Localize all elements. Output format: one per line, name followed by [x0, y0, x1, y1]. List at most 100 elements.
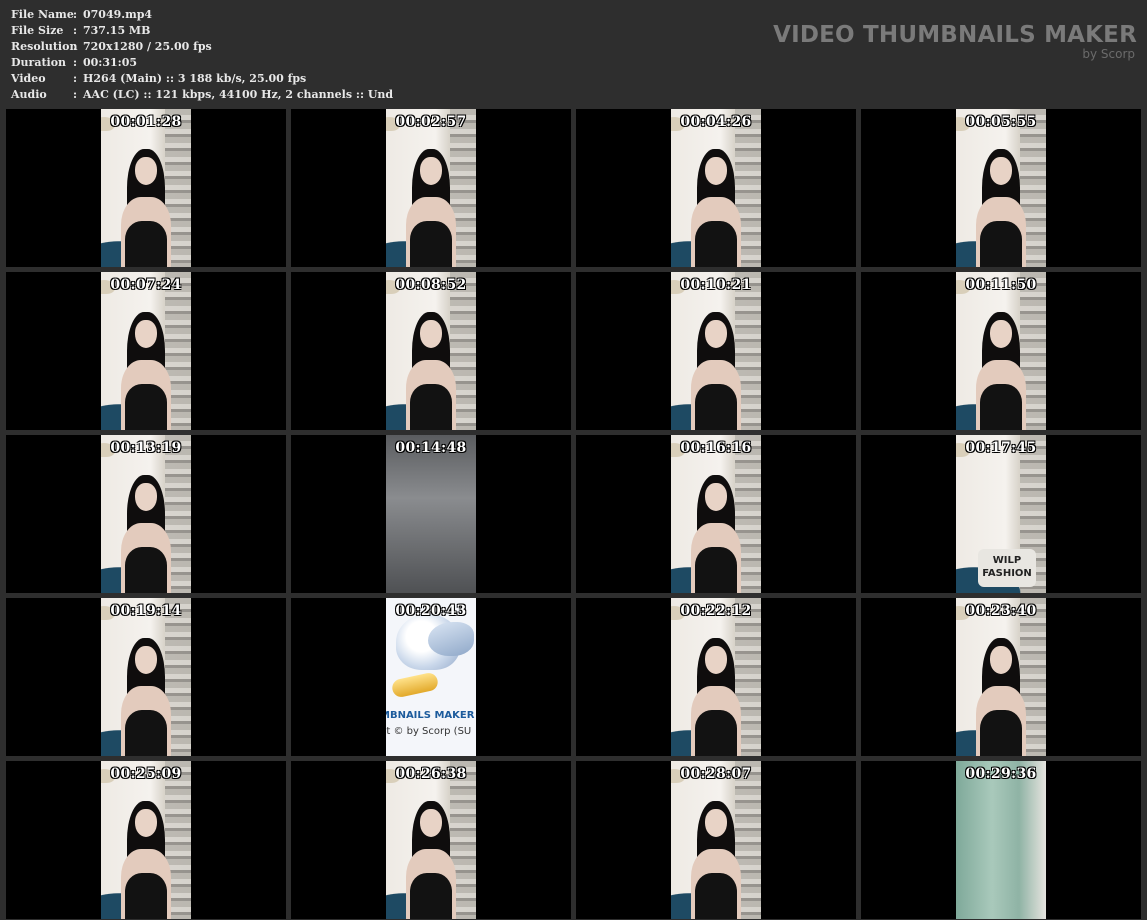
timestamp: 00:28:07 — [680, 766, 752, 782]
thumbnail-cell[interactable]: WILP FASHION 00:17:45 — [861, 435, 1141, 593]
info-row-video: Video: H264 (Main) :: 3 188 kb/s, 25.00 f… — [11, 71, 393, 87]
thumbnail-grid: 00:01:28 00:02:57 00:04:26 00:05:55 00:07:24… — [6, 109, 1141, 919]
timestamp: 00:22:12 — [680, 603, 752, 619]
info-label: File Size — [11, 24, 64, 37]
timestamp: 00:05:55 — [965, 114, 1037, 130]
thumbnail-cell[interactable]: 00:22:12 — [576, 598, 856, 756]
person-figure — [966, 149, 1036, 267]
info-value: 00:31:05 — [83, 56, 138, 69]
thumbnail-frame: 00:25:09 — [101, 761, 191, 919]
thumbnail-cell[interactable]: 00:11:50 — [861, 272, 1141, 430]
thumbnail-cell[interactable]: 00:05:55 — [861, 109, 1141, 267]
owl-wing-icon — [428, 622, 474, 656]
info-label: Duration — [11, 56, 67, 69]
info-separator: : — [73, 24, 78, 37]
person-figure — [396, 149, 466, 267]
person-figure — [966, 312, 1036, 430]
thumbnail-cell[interactable]: 00:16:16 — [576, 435, 856, 593]
info-row-audio: Audio: AAC (LC) :: 121 kbps, 44100 Hz, 2 … — [11, 87, 393, 103]
timestamp: 00:26:38 — [395, 766, 467, 782]
person-figure — [396, 801, 466, 919]
pillow: WILP FASHION — [978, 549, 1036, 587]
thumbnail-cell[interactable]: 00:28:07 — [576, 761, 856, 919]
info-separator: : — [73, 8, 78, 21]
thumbnail-cell[interactable]: 00:08:52 — [291, 272, 571, 430]
timestamp: 00:02:57 — [395, 114, 467, 130]
person-figure — [111, 801, 181, 919]
thumbnail-frame: MBNAILS MAKER 8 nt © by Scorp (SU 00:20:43 — [386, 598, 476, 756]
timestamp: 00:04:26 — [680, 114, 752, 130]
person-figure — [111, 475, 181, 593]
thumbnail-cell[interactable]: 00:25:09 — [6, 761, 286, 919]
thumbnail-frame: 00:08:52 — [386, 272, 476, 430]
info-label: File Name — [11, 8, 74, 21]
thumbnail-frame: 00:29:36 — [956, 761, 1046, 919]
info-label: Resolution — [11, 40, 78, 53]
thumbnail-frame: 00:05:55 — [956, 109, 1046, 267]
info-value: H264 (Main) :: 3 188 kb/s, 25.00 fps — [83, 72, 307, 85]
person-figure — [111, 149, 181, 267]
thumbnail-cell[interactable]: 00:01:28 — [6, 109, 286, 267]
scroll-icon — [390, 671, 440, 699]
info-row-duration: Duration:00:31:05 — [11, 55, 393, 71]
thumbnail-frame: 00:04:26 — [671, 109, 761, 267]
thumbnail-frame: 00:02:57 — [386, 109, 476, 267]
info-separator: : — [73, 88, 78, 101]
thumbnail-cell[interactable]: 00:14:48 — [291, 435, 571, 593]
thumbnail-frame: WILP FASHION 00:17:45 — [956, 435, 1046, 593]
timestamp: 00:11:50 — [965, 277, 1037, 293]
thumbnail-frame: 00:19:14 — [101, 598, 191, 756]
info-label: Video — [11, 72, 46, 85]
person-figure — [681, 638, 751, 756]
info-value: 737.15 MB — [83, 24, 151, 37]
info-value: 720x1280 / 25.00 fps — [83, 40, 212, 53]
thumbnail-frame: 00:26:38 — [386, 761, 476, 919]
thumbnail-frame: 00:01:28 — [101, 109, 191, 267]
thumbnail-frame: 00:23:40 — [956, 598, 1046, 756]
timestamp: 00:10:21 — [680, 277, 752, 293]
brand-watermark: VIDEO THUMBNAILS MAKER by Scorp — [773, 22, 1137, 61]
thumbnail-cell[interactable]: MBNAILS MAKER 8 nt © by Scorp (SU 00:20:43 — [291, 598, 571, 756]
info-row-file-size: File Size:737.15 MB — [11, 23, 393, 39]
person-figure — [966, 638, 1036, 756]
person-figure — [111, 312, 181, 430]
thumbnail-cell[interactable]: 00:23:40 — [861, 598, 1141, 756]
thumbnail-frame: 00:16:16 — [671, 435, 761, 593]
person-figure — [111, 638, 181, 756]
timestamp: 00:19:14 — [110, 603, 182, 619]
person-figure — [681, 801, 751, 919]
file-info: File Name: 07049.mp4 File Size:737.15 MB … — [11, 7, 393, 103]
timestamp: 00:29:36 — [965, 766, 1037, 782]
header: File Name: 07049.mp4 File Size:737.15 MB … — [0, 0, 1147, 108]
person-figure — [681, 149, 751, 267]
thumbnail-cell[interactable]: 00:19:14 — [6, 598, 286, 756]
timestamp: 00:20:43 — [395, 603, 467, 619]
person-figure — [681, 312, 751, 430]
timestamp: 00:08:52 — [395, 277, 467, 293]
thumbnail-cell[interactable]: 00:02:57 — [291, 109, 571, 267]
person-figure — [681, 475, 751, 593]
logo-copyright: nt © by Scorp (SU — [386, 726, 472, 737]
timestamp: 00:23:40 — [965, 603, 1037, 619]
timestamp: 00:25:09 — [110, 766, 182, 782]
thumbnail-frame: 00:10:21 — [671, 272, 761, 430]
brand-title: VIDEO THUMBNAILS MAKER — [773, 22, 1137, 48]
timestamp: 00:17:45 — [965, 440, 1037, 456]
timestamp: 00:07:24 — [110, 277, 182, 293]
thumbnail-cell[interactable]: 00:04:26 — [576, 109, 856, 267]
thumbnail-cell[interactable]: 00:29:36 — [861, 761, 1141, 919]
info-separator: : — [73, 56, 78, 69]
info-value: AAC (LC) :: 121 kbps, 44100 Hz, 2 channe… — [83, 88, 394, 101]
thumbnail-cell[interactable]: 00:13:19 — [6, 435, 286, 593]
info-value: 07049.mp4 — [83, 8, 153, 21]
thumbnail-frame: 00:07:24 — [101, 272, 191, 430]
thumbnail-cell[interactable]: 00:07:24 — [6, 272, 286, 430]
timestamp: 00:16:16 — [680, 440, 752, 456]
timestamp: 00:01:28 — [110, 114, 182, 130]
thumbnail-cell[interactable]: 00:10:21 — [576, 272, 856, 430]
thumbnail-frame: 00:14:48 — [386, 435, 476, 593]
timestamp: 00:14:48 — [395, 440, 467, 456]
info-label: Audio — [11, 88, 47, 101]
thumbnail-cell[interactable]: 00:26:38 — [291, 761, 571, 919]
info-separator: : — [73, 72, 78, 85]
